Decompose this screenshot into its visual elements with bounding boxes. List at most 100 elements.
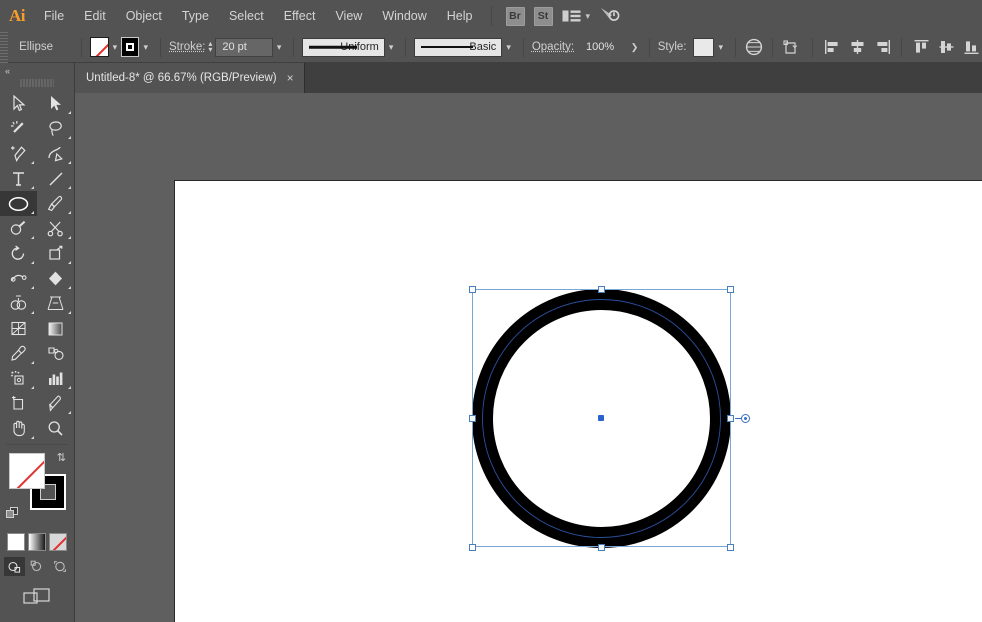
none-icon[interactable] (49, 533, 67, 551)
perspective-grid-tool[interactable] (37, 291, 74, 316)
opacity-flyout-icon[interactable]: ❯ (628, 37, 641, 57)
workspace-switcher-icon[interactable]: ▾ (562, 9, 590, 23)
menu-object[interactable]: Object (116, 5, 172, 27)
menu-select[interactable]: Select (219, 5, 274, 27)
blend-tool[interactable] (37, 341, 74, 366)
graphic-style-swatch[interactable] (692, 37, 715, 57)
brush-definition-select[interactable]: Basic (414, 37, 503, 57)
pen-tool[interactable] (0, 141, 37, 166)
align-bottom-icon[interactable] (960, 36, 982, 58)
column-graph-tool[interactable] (37, 366, 74, 391)
draw-normal-icon[interactable] (3, 557, 25, 576)
tool-flyout-indicator (68, 236, 71, 239)
scale-tool[interactable] (37, 241, 74, 266)
canvas-area[interactable] (75, 93, 982, 622)
transform-panel-icon[interactable] (781, 36, 805, 58)
align-vertical-center-icon[interactable] (935, 36, 957, 58)
stroke-profile-select[interactable]: Uniform (302, 37, 385, 57)
line-segment-tool[interactable] (37, 166, 74, 191)
zoom-tool[interactable] (37, 416, 74, 441)
cb-divider-5 (522, 37, 524, 57)
live-shape-radius-widget[interactable] (741, 414, 750, 423)
selection-handle-bottom-center[interactable] (598, 544, 605, 551)
menu-help[interactable]: Help (437, 5, 483, 27)
selection-handle-bottom-right[interactable] (727, 544, 734, 551)
style-dropdown-icon[interactable]: ▾ (714, 37, 727, 57)
opacity-label[interactable]: Opacity: (532, 41, 574, 53)
stroke-profile-dropdown-icon[interactable]: ▾ (385, 37, 398, 57)
fill-dropdown-icon[interactable]: ▾ (109, 37, 122, 57)
brush-dropdown-icon[interactable]: ▾ (502, 37, 515, 57)
fill-swatch[interactable] (90, 37, 109, 57)
default-fill-stroke-icon[interactable] (6, 507, 19, 520)
document-tab-title: Untitled-8* @ 66.67% (RGB/Preview) (86, 72, 277, 84)
width-tool[interactable] (0, 266, 37, 291)
draw-behind-icon[interactable] (27, 557, 48, 576)
selection-handle-middle-right[interactable] (727, 415, 734, 422)
draw-inside-icon[interactable] (50, 557, 71, 576)
shaper-tool[interactable] (0, 216, 37, 241)
stroke-weight-input[interactable]: 20 pt (215, 37, 273, 57)
close-icon[interactable]: × (287, 72, 294, 84)
cb-divider-3 (293, 37, 295, 57)
magic-wand-tool[interactable] (0, 116, 37, 141)
symbol-sprayer-tool[interactable] (0, 366, 37, 391)
recolor-artwork-icon[interactable] (744, 36, 764, 58)
align-right-icon[interactable] (871, 36, 893, 58)
menu-type[interactable]: Type (172, 5, 219, 27)
selection-handle-top-center[interactable] (598, 286, 605, 293)
selection-tool[interactable] (0, 91, 37, 116)
stroke-weight-stepper[interactable]: ▴ ▾ (205, 37, 215, 57)
document-tab[interactable]: Untitled-8* @ 66.67% (RGB/Preview) × (75, 63, 305, 93)
swap-fill-stroke-icon[interactable]: ⇅ (57, 451, 66, 464)
collapse-panel-icon[interactable]: « (5, 66, 10, 76)
eyedropper-tool[interactable] (0, 341, 37, 366)
align-top-icon[interactable] (910, 36, 932, 58)
menu-window[interactable]: Window (372, 5, 436, 27)
selection-handle-bottom-left[interactable] (469, 544, 476, 551)
stock-button[interactable]: St (533, 6, 553, 26)
free-transform-tool[interactable] (37, 266, 74, 291)
cb-divider-7 (735, 37, 736, 57)
curvature-tool[interactable] (37, 141, 74, 166)
search-adobe-stock-icon[interactable] (599, 5, 621, 28)
align-left-icon[interactable] (821, 36, 843, 58)
menu-bar: Ai File Edit Object Type Select Effect V… (0, 0, 982, 32)
menu-edit[interactable]: Edit (74, 5, 116, 27)
gradient-icon[interactable] (28, 533, 46, 551)
rotate-tool[interactable] (0, 241, 37, 266)
fill-color-box[interactable] (9, 453, 45, 489)
scissors-tool[interactable] (37, 216, 74, 241)
tool-flyout-indicator (31, 286, 34, 289)
stroke-swatch[interactable] (121, 37, 140, 57)
slice-tool[interactable] (37, 391, 74, 416)
active-tool-label: Ellipse (19, 41, 54, 53)
menu-effect[interactable]: Effect (274, 5, 326, 27)
tools-panel-grip[interactable] (20, 78, 54, 88)
stroke-dropdown-icon[interactable]: ▾ (139, 37, 152, 57)
direct-selection-tool[interactable] (37, 91, 74, 116)
menu-view[interactable]: View (325, 5, 372, 27)
type-tool[interactable] (0, 166, 37, 191)
color-swatch-icon[interactable] (7, 533, 25, 551)
control-bar-grip[interactable] (0, 31, 9, 63)
mesh-tool[interactable] (0, 316, 37, 341)
ellipse-tool[interactable] (0, 191, 37, 216)
selection-handle-top-left[interactable] (469, 286, 476, 293)
screen-mode-button[interactable] (0, 586, 74, 608)
menu-file[interactable]: File (34, 5, 74, 27)
selection-handle-top-right[interactable] (727, 286, 734, 293)
stroke-weight-dropdown-icon[interactable]: ▾ (273, 37, 286, 57)
stroke-weight-label[interactable]: Stroke: (169, 41, 205, 53)
opacity-input[interactable]: 100% (580, 38, 628, 57)
cb-divider-1 (81, 37, 83, 57)
bridge-button[interactable]: Br (505, 6, 525, 26)
paintbrush-tool[interactable] (37, 191, 74, 216)
hand-tool[interactable] (0, 416, 37, 441)
shape-builder-tool[interactable] (0, 291, 37, 316)
align-horizontal-center-icon[interactable] (846, 36, 868, 58)
selection-handle-middle-left[interactable] (469, 415, 476, 422)
gradient-tool[interactable] (37, 316, 74, 341)
artboard-tool[interactable] (0, 391, 37, 416)
lasso-tool[interactable] (37, 116, 74, 141)
